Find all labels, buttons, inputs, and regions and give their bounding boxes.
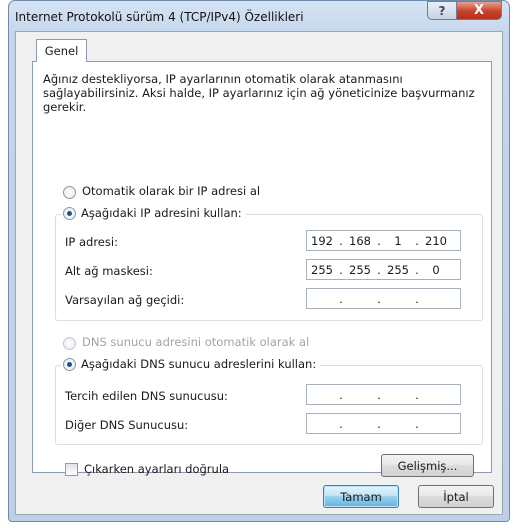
manual-ip-legend: Aşağıdaki IP adresini kullan: xyxy=(61,206,246,220)
default-gateway-input[interactable]: . . . xyxy=(306,288,461,309)
tab-label: Genel xyxy=(44,44,79,58)
window-title: Internet Protokolü sürüm 4 (TCP/IPv4) Öz… xyxy=(15,10,304,24)
ok-button-label: Tamam xyxy=(340,489,382,504)
ok-button[interactable]: Tamam xyxy=(323,485,399,508)
default-gateway-label: Varsayılan ağ geçidi: xyxy=(65,293,185,307)
octet: 0 xyxy=(432,262,440,277)
octet-dot: . xyxy=(377,233,381,248)
ip-address-label: IP adresi: xyxy=(65,235,118,249)
octet-dot: . xyxy=(415,262,419,277)
dialog-client-area: Genel Ağınız destekliyorsa, IP ayarların… xyxy=(15,31,503,515)
subnet-mask-input[interactable]: 255. 255. 255. 0 xyxy=(306,259,461,280)
manual-dns-legend: Aşağıdaki DNS sunucu adreslerini kullan: xyxy=(61,357,321,371)
octet-dot: . xyxy=(377,291,381,306)
octet-dot: . xyxy=(415,291,419,306)
validate-on-exit-checkbox[interactable] xyxy=(65,463,78,476)
advanced-button-label: Gelişmiş... xyxy=(397,458,458,473)
octet: 210 xyxy=(425,233,447,248)
cancel-button[interactable]: İptal xyxy=(418,485,494,508)
description-text: Ağınız destekliyorsa, IP ayarlarının oto… xyxy=(43,72,475,114)
octet: 192 xyxy=(311,233,333,248)
cancel-button-label: İptal xyxy=(443,489,469,504)
octet: 255 xyxy=(311,262,333,277)
octet: 255 xyxy=(387,262,409,277)
manual-ip-label[interactable]: Aşağıdaki IP adresini kullan: xyxy=(81,206,242,220)
manual-ip-radio[interactable] xyxy=(63,206,76,220)
alternate-dns-input[interactable]: . . . xyxy=(306,413,461,434)
preferred-dns-input[interactable]: . . . xyxy=(306,384,461,405)
general-tab-panel: Ağınız destekliyorsa, IP ayarlarının oto… xyxy=(32,61,492,476)
validate-on-exit-label[interactable]: Çıkarken ayarları doğrula xyxy=(84,462,229,476)
auto-dns-label[interactable]: DNS sunucu adresini otomatik olarak al xyxy=(82,335,309,349)
octet: 1 xyxy=(394,233,402,248)
octet-dot: . xyxy=(339,233,343,248)
title-bar[interactable]: Internet Protokolü sürüm 4 (TCP/IPv4) Öz… xyxy=(9,1,509,33)
close-icon: X xyxy=(473,3,485,18)
octet-dot: . xyxy=(377,387,381,402)
auto-ip-label[interactable]: Otomatik olarak bir IP adresi al xyxy=(82,184,260,198)
preferred-dns-label: Tercih edilen DNS sunucusu: xyxy=(65,389,228,403)
alternate-dns-label: Diğer DNS Sunucusu: xyxy=(65,418,189,432)
auto-dns-radio[interactable] xyxy=(63,337,76,350)
advanced-button[interactable]: Gelişmiş... xyxy=(381,454,474,477)
tab-genel[interactable]: Genel xyxy=(36,39,87,62)
auto-ip-radio[interactable] xyxy=(63,186,76,199)
manual-dns-label[interactable]: Aşağıdaki DNS sunucu adreslerini kullan: xyxy=(81,357,316,371)
octet-dot: . xyxy=(415,387,419,402)
octet: 168 xyxy=(349,233,371,248)
help-button[interactable]: ? xyxy=(427,1,457,20)
octet-dot: . xyxy=(339,416,343,431)
octet-dot: . xyxy=(415,233,419,248)
octet-dot: . xyxy=(377,262,381,277)
close-button[interactable]: X xyxy=(456,1,502,20)
octet-dot: . xyxy=(339,291,343,306)
help-icon: ? xyxy=(438,3,446,18)
dialog-window: Internet Protokolü sürüm 4 (TCP/IPv4) Öz… xyxy=(8,0,510,522)
manual-dns-radio[interactable] xyxy=(63,357,76,371)
octet-dot: . xyxy=(415,416,419,431)
octet-dot: . xyxy=(339,387,343,402)
octet-dot: . xyxy=(339,262,343,277)
subnet-mask-label: Alt ağ maskesi: xyxy=(65,264,153,278)
octet: 255 xyxy=(349,262,371,277)
octet-dot: . xyxy=(377,416,381,431)
ip-address-input[interactable]: 192. 168. 1. 210 xyxy=(306,230,461,251)
